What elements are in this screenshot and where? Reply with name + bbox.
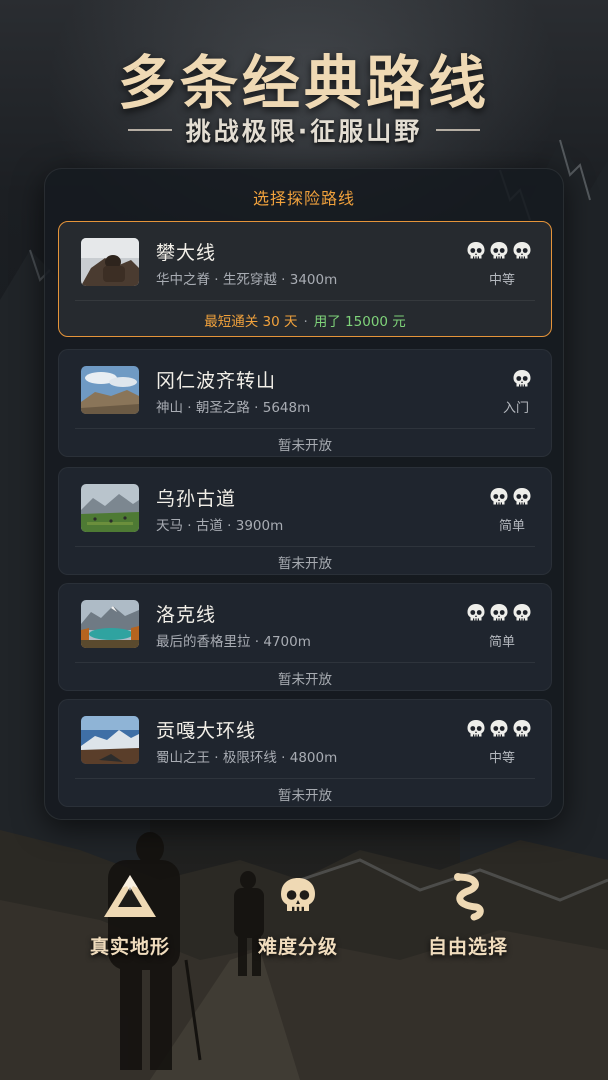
feature-real-terrain: 真实地形 (60, 868, 200, 959)
route-description: 天马 · 古道 · 3900m (156, 518, 284, 534)
skull-icon (488, 602, 510, 624)
panel-title: 选择探险路线 (252, 189, 355, 208)
page-subtitle: 挑战极限·征服山野 (185, 117, 423, 146)
difficulty-skulls (465, 240, 533, 262)
route-card-pandaxian[interactable]: 攀大线 华中之脊 · 生死穿越 · 3400m 中等 最短通关 30 天 · 用了 … (58, 221, 552, 337)
difficulty-label: 中等 (488, 751, 515, 766)
route-description: 最后的香格里拉 · 4700m (156, 634, 311, 650)
card-divider (75, 778, 535, 779)
route-thumbnail (81, 238, 139, 286)
feature-label: 难度分级 (257, 936, 338, 958)
card-divider (75, 300, 535, 301)
route-card-kailash[interactable]: 冈仁波齐转山 神山 · 朝圣之路 · 5648m 入门 暂未开放 (58, 349, 552, 457)
route-description: 蜀山之王 · 极限环线 · 4800m (156, 750, 338, 766)
route-selection-panel: 选择探险路线 攀大线 华中之脊 · 生死穿越 · 3400m 中等 最短通关 3… (44, 168, 564, 820)
route-card-luoke[interactable]: 洛克线 最后的香格里拉 · 4700m 简单 暂未开放 (58, 583, 552, 691)
skull-icon (465, 240, 487, 262)
subtitle-row: 挑战极限·征服山野 (0, 112, 608, 148)
skull-icon (488, 240, 510, 262)
difficulty-label: 简单 (488, 635, 515, 650)
difficulty-skulls (465, 602, 533, 624)
skull-icon (511, 368, 533, 390)
feature-label: 真实地形 (89, 936, 170, 958)
record-separator: · (303, 314, 308, 330)
skull-icon (228, 868, 368, 924)
subtitle-divider-left (127, 129, 172, 131)
skull-icon (488, 486, 510, 508)
skull-icon (511, 240, 533, 262)
difficulty-skulls (488, 486, 533, 508)
route-status: 暂未开放 (278, 672, 332, 688)
skull-icon (465, 718, 487, 740)
skull-icon (511, 718, 533, 740)
route-status: 暂未开放 (278, 556, 332, 572)
feature-label: 自由选择 (427, 936, 508, 958)
page-title: 多条经典路线 (117, 49, 490, 117)
route-description: 神山 · 朝圣之路 · 5648m (156, 400, 311, 416)
difficulty-label: 中等 (488, 273, 515, 288)
route-thumbnail (81, 600, 139, 648)
card-divider (75, 428, 535, 429)
route-thumbnail (81, 366, 139, 414)
route-status: 暂未开放 (278, 788, 332, 804)
route-thumbnail (81, 484, 139, 532)
route-description: 华中之脊 · 生死穿越 · 3400m (156, 272, 338, 288)
subtitle-divider-right (436, 129, 481, 131)
skull-icon (465, 602, 487, 624)
route-name: 贡嘎大环线 (156, 720, 257, 742)
route-card-wusun[interactable]: 乌孙古道 天马 · 古道 · 3900m 简单 暂未开放 (58, 467, 552, 575)
shortest-clear-time: 最短通关 30 天 (204, 314, 298, 330)
difficulty-label: 简单 (498, 519, 525, 534)
winding-path-icon (398, 868, 538, 924)
difficulty-label: 入门 (502, 401, 529, 416)
skull-icon (511, 602, 533, 624)
best-record: 最短通关 30 天 · 用了 15000 元 (59, 310, 551, 330)
route-name: 乌孙古道 (156, 488, 237, 510)
feature-free-choice: 自由选择 (398, 868, 538, 959)
route-status: 暂未开放 (278, 438, 332, 454)
mountain-icon (60, 868, 200, 924)
skull-icon (488, 718, 510, 740)
clear-cost: 用了 15000 元 (313, 314, 406, 330)
difficulty-skulls (511, 368, 533, 390)
route-name: 洛克线 (156, 604, 217, 626)
feature-difficulty-levels: 难度分级 (228, 868, 368, 959)
card-divider (75, 662, 535, 663)
route-name: 攀大线 (156, 242, 217, 264)
route-thumbnail (81, 716, 139, 764)
card-divider (75, 546, 535, 547)
route-name: 冈仁波齐转山 (156, 370, 277, 392)
skull-icon (511, 486, 533, 508)
difficulty-skulls (465, 718, 533, 740)
route-card-gongga[interactable]: 贡嘎大环线 蜀山之王 · 极限环线 · 4800m 中等 暂未开放 (58, 699, 552, 807)
